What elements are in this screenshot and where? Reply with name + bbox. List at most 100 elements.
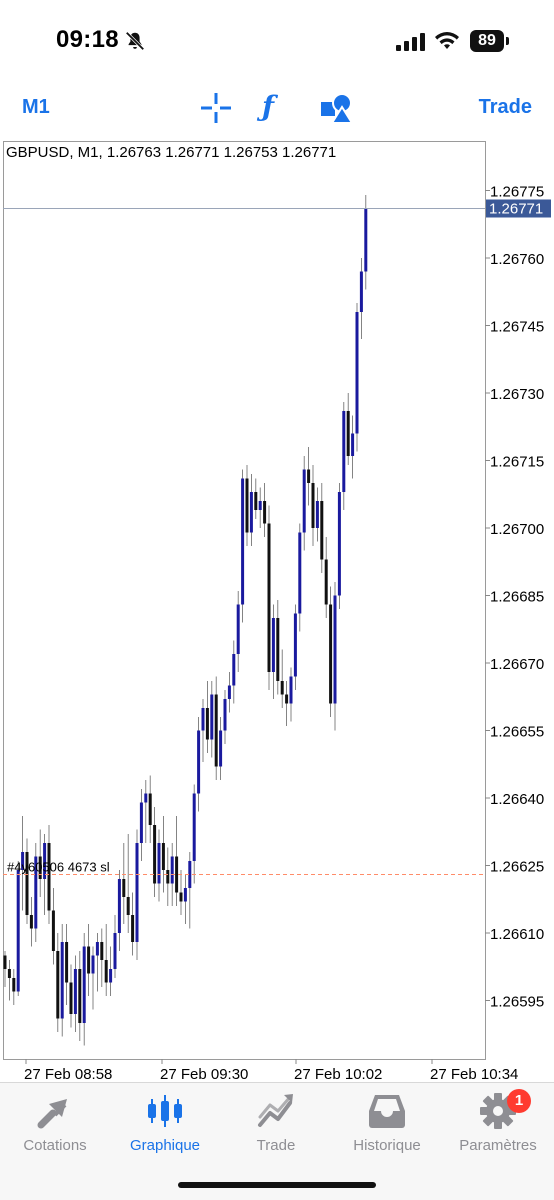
candle-body bbox=[249, 492, 253, 533]
candle-body bbox=[126, 897, 130, 915]
candle-body bbox=[329, 604, 333, 704]
candle-body bbox=[298, 532, 302, 614]
candle-body bbox=[144, 793, 148, 803]
candle-body bbox=[82, 946, 86, 1023]
candle-body bbox=[179, 892, 183, 902]
candle bbox=[337, 483, 341, 609]
tab-label-graphique: Graphique bbox=[129, 1137, 201, 1154]
indicators-function-icon[interactable]: ƒ bbox=[262, 90, 274, 123]
candle-body bbox=[16, 870, 20, 992]
trade-button[interactable]: Trade bbox=[479, 96, 532, 119]
tab-label-parametres: Paramètres bbox=[459, 1137, 537, 1154]
timeframe-button[interactable]: M1 bbox=[22, 96, 50, 119]
candle-body bbox=[117, 879, 121, 933]
tab-historique[interactable]: Historique bbox=[332, 1091, 442, 1154]
battery-level: 89 bbox=[470, 30, 504, 52]
tab-label-historique: Historique bbox=[353, 1137, 421, 1154]
candle-body bbox=[166, 870, 170, 884]
candle-body bbox=[346, 411, 350, 456]
candle-body bbox=[311, 483, 315, 528]
candle-body bbox=[109, 969, 113, 983]
tab-cotations[interactable]: Cotations bbox=[0, 1091, 110, 1154]
y-tick-label: 1.26700 bbox=[490, 521, 544, 538]
chart-symbol-header: GBPUSD, M1, 1.26763 1.26771 1.26753 1.26… bbox=[6, 144, 337, 161]
candle-body bbox=[69, 982, 73, 1014]
candle-body bbox=[201, 708, 205, 731]
candle-body bbox=[47, 843, 51, 911]
candle-body bbox=[205, 708, 209, 740]
y-tick-label: 1.26610 bbox=[490, 926, 544, 943]
candle bbox=[34, 843, 38, 942]
candle-body bbox=[337, 492, 341, 596]
chart-toolbar: M1 ƒ Trade bbox=[0, 84, 554, 130]
price-chart[interactable]: 1.26775 1.26760 1.26745 1.26730 1.26715 1.267… bbox=[0, 138, 554, 1082]
candle-body bbox=[104, 960, 108, 983]
x-tick-label: 27 Feb 10:02 bbox=[294, 1066, 382, 1082]
y-tick-label: 1.26715 bbox=[490, 454, 544, 471]
candlestick-chart-icon bbox=[148, 1095, 182, 1127]
candle-body bbox=[175, 856, 179, 893]
candle-body bbox=[315, 501, 319, 528]
notification-badge: 1 bbox=[507, 1089, 531, 1113]
candle-body bbox=[87, 946, 91, 974]
home-indicator bbox=[178, 1182, 376, 1188]
crosshair-icon[interactable] bbox=[200, 92, 232, 124]
wifi-icon bbox=[435, 32, 459, 49]
candle-body bbox=[135, 843, 139, 942]
y-tick-label: 1.26775 bbox=[490, 184, 544, 201]
candle-body bbox=[100, 942, 104, 960]
candle-body bbox=[342, 411, 346, 492]
candle-body bbox=[73, 969, 77, 1014]
candle-body bbox=[271, 618, 275, 672]
candle-body bbox=[60, 942, 64, 1019]
candle-body bbox=[139, 802, 143, 843]
candle-body bbox=[3, 955, 7, 969]
candle-body bbox=[359, 271, 363, 312]
battery-tip bbox=[506, 37, 509, 45]
candle-body bbox=[245, 478, 249, 533]
status-time: 09:18 bbox=[56, 26, 119, 53]
candle-body bbox=[131, 915, 135, 942]
candle-body bbox=[364, 208, 368, 272]
candle-body bbox=[355, 312, 359, 434]
candle-body bbox=[324, 559, 328, 605]
candle bbox=[16, 861, 20, 996]
quotes-arrows-icon bbox=[37, 1099, 67, 1129]
candle-body bbox=[210, 694, 214, 740]
candle-body bbox=[223, 699, 227, 731]
tab-parametres[interactable]: 1 Paramètres bbox=[443, 1089, 553, 1154]
y-tick-label: 1.26640 bbox=[490, 791, 544, 808]
bell-muted-icon bbox=[125, 31, 145, 51]
candle-body bbox=[192, 793, 196, 861]
candle-body bbox=[161, 843, 165, 870]
tab-trade[interactable]: Trade bbox=[221, 1091, 331, 1154]
candle-body bbox=[333, 595, 337, 704]
candle bbox=[241, 469, 245, 623]
candle-body bbox=[219, 730, 223, 767]
x-tick-label: 27 Feb 08:58 bbox=[24, 1066, 112, 1082]
candle-body bbox=[122, 879, 126, 897]
candle-body bbox=[307, 469, 311, 483]
objects-shapes-icon[interactable] bbox=[320, 92, 354, 124]
candle bbox=[135, 829, 139, 960]
candle-body bbox=[263, 501, 267, 524]
candle-body bbox=[267, 523, 271, 672]
candle-body bbox=[280, 681, 284, 695]
chart-plot-border bbox=[3, 141, 486, 1060]
candle-body bbox=[95, 942, 99, 956]
cellular-signal-icon bbox=[396, 33, 425, 51]
candle-body bbox=[29, 915, 33, 929]
status-bar: 09:18 89 bbox=[0, 0, 554, 80]
candle-body bbox=[258, 501, 262, 510]
candle-body bbox=[254, 492, 258, 510]
candle-body bbox=[12, 978, 16, 992]
candle-body bbox=[91, 955, 95, 974]
y-tick-label: 1.26655 bbox=[490, 724, 544, 741]
candle-body bbox=[170, 856, 174, 884]
candle-body bbox=[351, 433, 355, 456]
y-tick-label: 1.26745 bbox=[490, 319, 544, 336]
candlestick-chart[interactable]: 1.26775 1.26760 1.26745 1.26730 1.26715 1.267… bbox=[0, 138, 554, 1082]
tab-graphique[interactable]: Graphique bbox=[110, 1091, 220, 1154]
candle-body bbox=[276, 618, 280, 681]
tab-label-trade: Trade bbox=[256, 1137, 296, 1154]
